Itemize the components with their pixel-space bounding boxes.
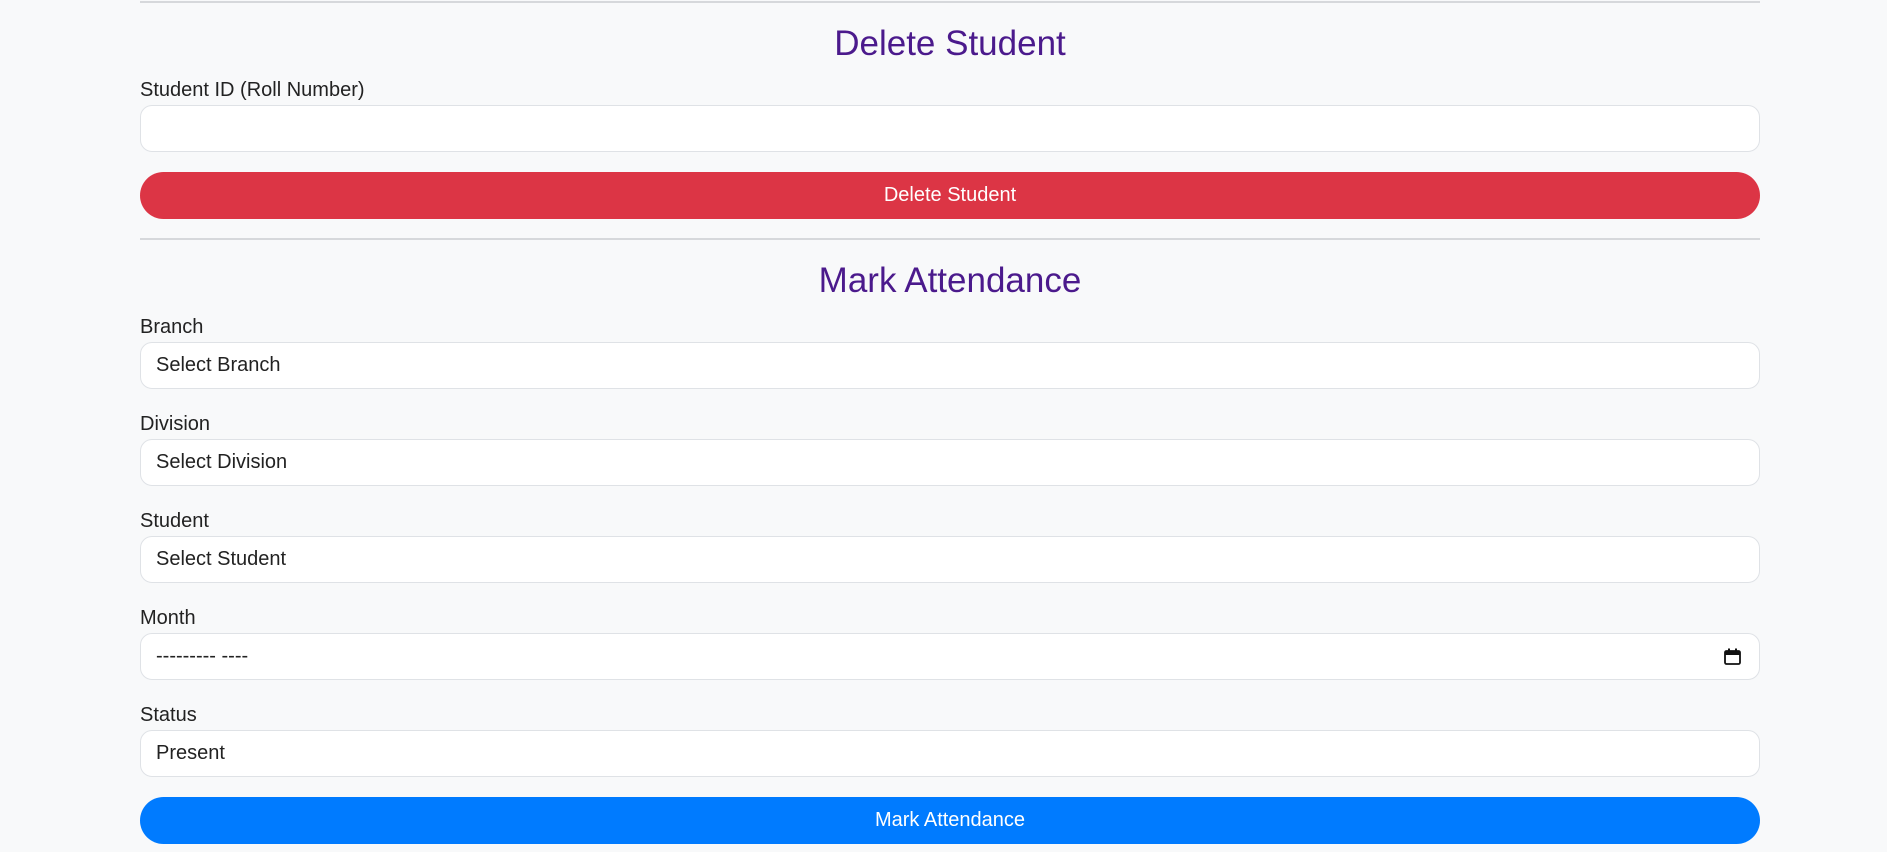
division-label: Division	[140, 413, 211, 435]
calendar-icon[interactable]	[1724, 648, 1741, 665]
month-label: Month	[140, 607, 196, 629]
student-id-label: Student ID (Roll Number)	[140, 79, 365, 101]
status-label: Status	[140, 704, 197, 726]
month-input[interactable]: --------- ----	[140, 633, 1760, 680]
student-select[interactable]: Select Student	[140, 536, 1760, 583]
status-select[interactable]: Present	[140, 730, 1760, 777]
delete-student-heading: Delete Student	[834, 24, 1066, 63]
student-id-input[interactable]	[140, 105, 1760, 152]
month-value: --------- ----	[156, 645, 249, 667]
branch-select[interactable]: Select Branch	[140, 342, 1760, 389]
mark-attendance-button[interactable]: Mark Attendance	[140, 797, 1760, 844]
division-select[interactable]: Select Division	[140, 439, 1760, 486]
section-divider	[140, 238, 1760, 240]
mark-attendance-heading: Mark Attendance	[818, 261, 1082, 300]
student-label: Student	[140, 510, 209, 532]
top-divider	[140, 1, 1760, 3]
branch-label: Branch	[140, 316, 204, 338]
delete-student-button[interactable]: Delete Student	[140, 172, 1760, 219]
